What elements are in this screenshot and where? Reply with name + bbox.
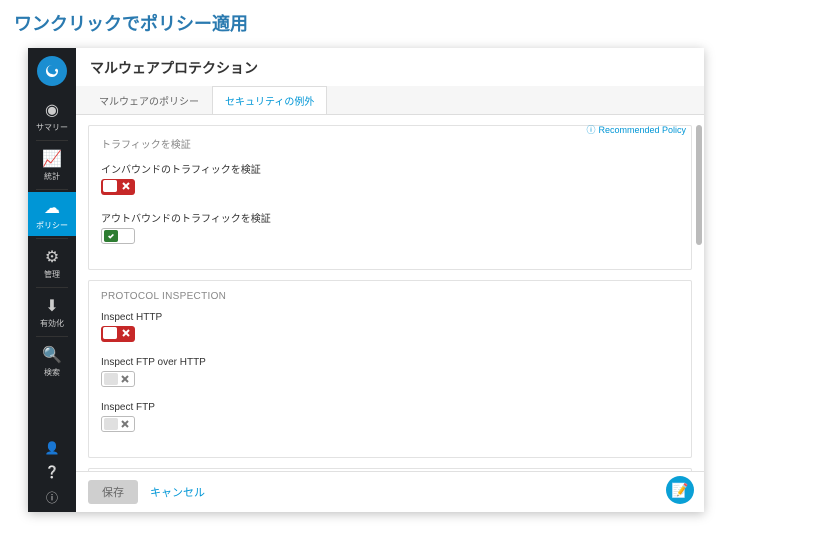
setting-label: アウトバウンドのトラフィックを検証 [101, 210, 679, 225]
search-icon: 🔍 [42, 345, 62, 365]
setting-label: Inspect HTTP [101, 312, 679, 323]
chart-icon: 📈 [42, 149, 62, 169]
nav-label: 検索 [44, 367, 60, 378]
check-icon [107, 232, 115, 240]
nav-label: ポリシー [36, 220, 68, 231]
fab-help[interactable]: 📝 [666, 476, 694, 504]
gear-icon: ⚙ [45, 247, 59, 267]
tabs: マルウェアのポリシー セキュリティの例外 [76, 86, 704, 115]
download-icon: ⬇ [45, 296, 58, 316]
recommended-policy-link[interactable]: ⓘRecommended Policy [586, 123, 686, 136]
toggle-inbound[interactable] [101, 179, 135, 195]
nav-label: 管理 [44, 269, 60, 280]
user-icon[interactable]: 👤 [45, 441, 60, 455]
help-icon[interactable]: ❔ [45, 465, 60, 479]
main-title: マルウェアプロテクション [76, 48, 704, 86]
nav-summary[interactable]: ◉ サマリー [28, 94, 76, 138]
cloud-swirl-icon [43, 62, 61, 80]
setting-inbound: インバウンドのトラフィックを検証 [101, 161, 679, 200]
x-icon [121, 328, 131, 338]
nav-separator [36, 287, 68, 288]
section-title: PROTOCOL INSPECTION [101, 291, 679, 302]
nav-label: 統計 [44, 171, 60, 182]
rec-link-text: Recommended Policy [598, 125, 686, 135]
setting-ftp-http: Inspect FTP over HTTP [101, 357, 679, 392]
nav-separator [36, 336, 68, 337]
setting-http: Inspect HTTP [101, 312, 679, 347]
main: マルウェアプロテクション マルウェアのポリシー セキュリティの例外 ⓘRecom… [76, 48, 704, 512]
tab-security-exception[interactable]: セキュリティの例外 [212, 86, 327, 114]
setting-label: インバウンドのトラフィックを検証 [101, 161, 679, 176]
nav-separator [36, 189, 68, 190]
toggle-knob [103, 180, 117, 192]
toggle-ftp-http[interactable] [101, 371, 135, 387]
footer: 保存 キャンセル 📝 [76, 471, 704, 512]
x-icon [120, 419, 130, 429]
setting-label: Inspect FTP over HTTP [101, 357, 679, 368]
info-icon: ⓘ [586, 125, 595, 135]
toggle-knob [103, 327, 117, 339]
toggle-http[interactable] [101, 326, 135, 342]
nav-separator [36, 238, 68, 239]
nav-separator [36, 140, 68, 141]
sidebar: ◉ サマリー 📈 統計 ☁ ポリシー ⚙ 管理 ⬇ 有効化 🔍 検索 👤 [28, 48, 76, 512]
page-heading: ワンクリックでポリシー適用 [0, 0, 828, 50]
setting-ftp: Inspect FTP [101, 402, 679, 437]
toggle-outbound[interactable] [101, 228, 135, 244]
nav-stats[interactable]: 📈 統計 [28, 143, 76, 187]
x-icon [120, 374, 130, 384]
note-icon: 📝 [671, 482, 688, 499]
nav-label: サマリー [36, 122, 68, 133]
nav-search[interactable]: 🔍 検索 [28, 339, 76, 383]
app-window: ◉ サマリー 📈 統計 ☁ ポリシー ⚙ 管理 ⬇ 有効化 🔍 検索 👤 [28, 48, 704, 512]
x-icon [121, 181, 131, 191]
toggle-knob [104, 373, 118, 385]
cloud-icon: ☁ [44, 198, 60, 218]
cancel-button[interactable]: キャンセル [150, 484, 205, 500]
toggle-knob [104, 230, 118, 242]
toggle-knob [104, 418, 118, 430]
tab-malware-policy[interactable]: マルウェアのポリシー [86, 86, 212, 114]
toggle-ftp[interactable] [101, 416, 135, 432]
nav-label: 有効化 [40, 318, 64, 329]
section-traffic: トラフィックを検証 インバウンドのトラフィックを検証 アウトバウンドのトラフィッ… [88, 125, 692, 270]
scrollbar[interactable] [696, 125, 702, 245]
nav-activate[interactable]: ⬇ 有効化 [28, 290, 76, 334]
setting-label: Inspect FTP [101, 402, 679, 413]
nav-manage[interactable]: ⚙ 管理 [28, 241, 76, 285]
content-area: ⓘRecommended Policy トラフィックを検証 インバウンドのトラフ… [76, 115, 704, 471]
sidebar-bottom: 👤 ❔ ⓘ [28, 441, 76, 506]
save-button[interactable]: 保存 [88, 480, 138, 504]
setting-outbound: アウトバウンドのトラフィックを検証 [101, 210, 679, 249]
app-logo[interactable] [37, 56, 67, 86]
section-title: トラフィックを検証 [101, 136, 679, 151]
nav-policy[interactable]: ☁ ポリシー [28, 192, 76, 236]
section-protocol: PROTOCOL INSPECTION Inspect HTTP Inspect… [88, 280, 692, 458]
dashboard-icon: ◉ [45, 100, 59, 120]
info-icon[interactable]: ⓘ [46, 489, 58, 506]
